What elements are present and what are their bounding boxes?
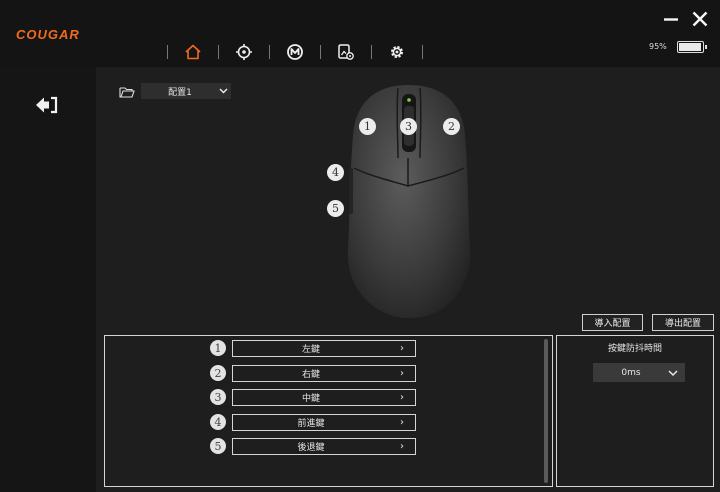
- chevron-down-icon: [215, 88, 231, 94]
- button-assign-label: 後退鍵: [297, 443, 325, 453]
- tab-settings[interactable]: [384, 40, 410, 64]
- button-number: 2: [210, 365, 226, 381]
- battery-level-fill: [679, 43, 701, 51]
- button-number: 5: [210, 438, 226, 454]
- nav-divider: [422, 45, 423, 59]
- mouse-badge-5: 5: [327, 200, 344, 217]
- nav-divider: [269, 45, 270, 59]
- battery-icon: [677, 41, 707, 53]
- nav-divider: [371, 45, 372, 59]
- battery-percent: 95%: [649, 42, 667, 51]
- button-number: 3: [210, 389, 226, 405]
- button-assign-forward[interactable]: 前進鍵 ›: [232, 414, 416, 431]
- nav-divider: [167, 45, 168, 59]
- tab-dpi[interactable]: [231, 40, 257, 64]
- main-nav: [155, 40, 435, 64]
- debounce-value: 0ms: [621, 367, 641, 378]
- exit-icon[interactable]: [35, 95, 59, 115]
- nav-divider: [320, 45, 321, 59]
- cougar-logo: COUGAR: [16, 27, 80, 42]
- button-assign-right[interactable]: 右鍵 ›: [232, 365, 416, 382]
- button-assign-label: 右鍵: [301, 370, 320, 380]
- mouse-badge-1: 1: [359, 118, 376, 135]
- close-icon[interactable]: [691, 10, 709, 28]
- debounce-panel: [556, 335, 714, 487]
- tab-home[interactable]: [180, 40, 206, 64]
- profile-select[interactable]: 配置1: [141, 83, 231, 99]
- chevron-down-icon: [661, 370, 685, 376]
- dpi-target-icon: [236, 44, 252, 60]
- sidebar: [0, 67, 96, 492]
- minimize-icon[interactable]: [662, 10, 680, 28]
- debounce-title: 按鍵防抖時間: [607, 344, 662, 354]
- title-bar: COUGAR 95%: [0, 0, 720, 67]
- button-number: 1: [210, 340, 226, 356]
- mouse-badge-4: 4: [327, 164, 344, 181]
- folder-open-icon[interactable]: [119, 86, 135, 98]
- profile-selected-value: 配置1: [168, 87, 192, 98]
- tab-macro[interactable]: [282, 40, 308, 64]
- export-profile-button[interactable]: 導出配置: [652, 314, 714, 331]
- mouse-badge-3: 3: [400, 118, 417, 135]
- scrollbar[interactable]: [544, 339, 548, 483]
- nav-divider: [218, 45, 219, 59]
- chevron-right-icon: ›: [400, 343, 404, 354]
- home-icon: [185, 44, 201, 60]
- mouse-badge-2: 2: [443, 118, 460, 135]
- button-assign-label: 左鍵: [301, 345, 320, 355]
- chevron-right-icon: ›: [400, 392, 404, 403]
- button-assign-left[interactable]: 左鍵 ›: [232, 340, 416, 357]
- import-profile-button[interactable]: 導入配置: [582, 314, 643, 331]
- button-assign-label: 中鍵: [301, 394, 320, 404]
- chevron-right-icon: ›: [400, 368, 404, 379]
- button-assign-middle[interactable]: 中鍵 ›: [232, 389, 416, 406]
- debounce-select[interactable]: 0ms: [593, 363, 685, 382]
- chevron-right-icon: ›: [400, 441, 404, 452]
- gear-icon: [390, 45, 404, 59]
- lighting-settings-icon: [338, 44, 354, 60]
- button-assign-back[interactable]: 後退鍵 ›: [232, 438, 416, 455]
- mouse-image: [347, 85, 471, 318]
- tab-lighting[interactable]: [333, 40, 359, 64]
- button-assignment-panel: [104, 335, 553, 487]
- chevron-right-icon: ›: [400, 417, 404, 428]
- button-number: 4: [210, 414, 226, 430]
- button-assign-label: 前進鍵: [297, 419, 325, 429]
- macro-m-icon: [287, 44, 303, 60]
